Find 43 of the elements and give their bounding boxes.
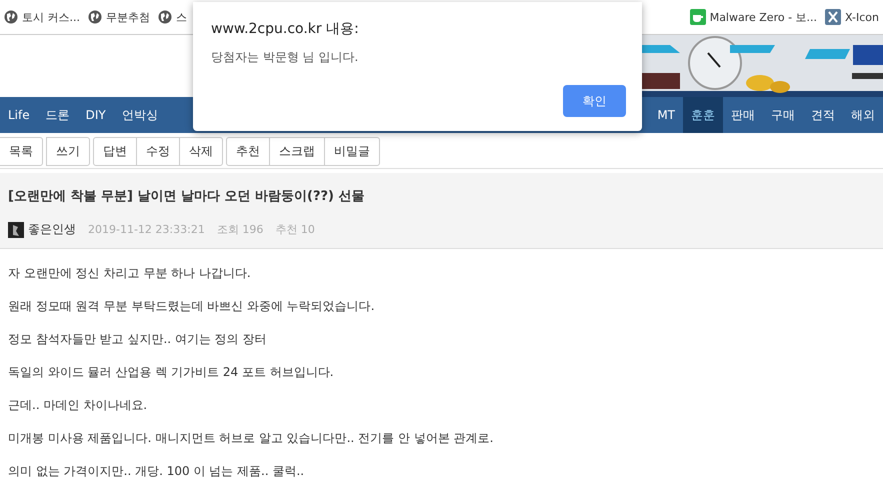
view-count: 조회 196 [216,222,264,237]
nav-tab[interactable]: DIY [78,97,114,133]
bookmark[interactable]: 토시 커스... [0,10,84,24]
dialog-message: 당첨자는 박문형 님 입니다. [211,49,360,66]
nav-tab[interactable]: 견적 [803,97,843,133]
cup-icon [690,9,706,25]
dialog-title: www.2cpu.co.kr 내용: [211,20,360,38]
nav-tab[interactable]: MT [649,97,683,133]
globe-icon [88,10,102,24]
nav-tab[interactable]: 드론 [38,97,78,133]
paragraph: 근데.. 마데인 차이나네요. [8,397,148,413]
recommend-count: 추천 10 [275,222,315,237]
nav-tab[interactable]: 해외 [843,97,883,133]
post-date: 2019-11-12 23:33:21 [88,223,205,236]
toolbar-button[interactable]: 스크랩 [269,137,325,166]
toolbar-button[interactable]: 목록 [0,137,43,166]
paragraph: 독일의 와이드 뮬러 산업용 렉 기가비트 24 포트 허브입니다. [8,364,335,380]
paragraph: 원래 정모때 원격 무분 부탁드렸는데 바쁘신 와중에 누락되었습니다. [8,298,376,314]
globe-icon [4,10,18,24]
x-icon [825,9,842,25]
toolbar-button[interactable]: 비밀글 [324,137,380,166]
toolbar-button[interactable]: 쓰기 [46,137,90,166]
paragraph: 의미 없는 가격이지만.. 개당. 100 이 넘는 제품.. 쿨럭.. [8,463,306,479]
avatar-icon [8,222,24,238]
bookmark[interactable]: X-Icon [821,9,883,25]
bookmark[interactable]: Malware Zero - 보... [686,9,822,25]
toolbar-button[interactable]: 수정 [136,137,180,166]
bookmark[interactable]: 무분추첨 [84,10,154,24]
toolbar-button[interactable]: 답변 [93,137,137,166]
paragraph: 자 오랜만에 정신 차리고 무분 하나 나갑니다. [8,265,252,281]
nav-tab[interactable]: 언박싱 [114,97,166,133]
nav-tab[interactable]: 판매 [723,97,763,133]
author-name[interactable]: 좋은인생 [28,221,76,238]
globe-icon [158,10,172,24]
nav-tab[interactable]: Life [0,97,38,133]
nav-tab[interactable]: 훈훈 [683,97,723,133]
nav-tab[interactable]: 구매 [763,97,803,133]
toolbar-button[interactable]: 삭제 [179,137,223,166]
paragraph: 정모 참석자들만 받고 싶지만.. 여기는 정의 장터 [8,331,268,347]
post-title: [오랜만에 착불 무분] 날이면 날마다 오던 바람둥이(??) 선물 [8,188,366,206]
bookmark[interactable]: 스 [154,10,191,24]
toolbar-button[interactable]: 추천 [226,137,270,166]
paragraph: 미개봉 미사용 제품입니다. 매니지먼트 허브로 알고 있습니다만.. 전기를 안 넣어본 관계로. [8,430,494,446]
